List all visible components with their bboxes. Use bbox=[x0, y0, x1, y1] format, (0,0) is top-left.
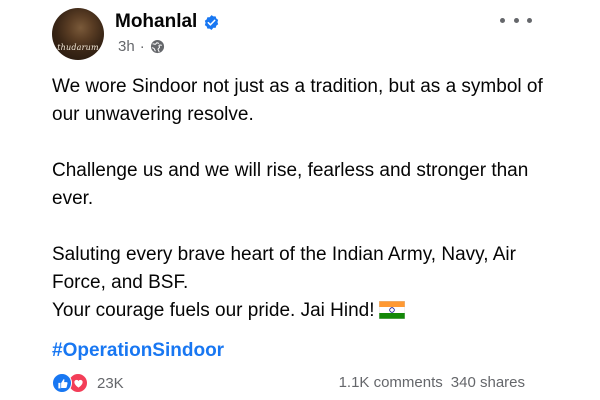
shares-count[interactable]: 340 shares bbox=[451, 374, 525, 391]
post-text: We wore Sindoor not just as a tradition,… bbox=[52, 73, 572, 328]
post-line-4-text: Your courage fuels our pride. Jai Hind! bbox=[52, 300, 375, 321]
facebook-post: thudarum Mohanlal 3h · We wore Sindoor n… bbox=[0, 0, 600, 400]
post-paragraph-3: Saluting every brave heart of the Indian… bbox=[52, 244, 516, 293]
post-paragraph-4: Your courage fuels our pride. Jai Hind! bbox=[52, 297, 572, 328]
avatar[interactable]: thudarum bbox=[52, 8, 104, 60]
more-options-icon-dot bbox=[527, 17, 532, 23]
like-reaction-icon bbox=[52, 373, 72, 393]
reactions-summary[interactable]: 23K bbox=[52, 372, 124, 394]
author-name[interactable]: Mohanlal bbox=[115, 11, 197, 33]
more-options-button[interactable] bbox=[500, 9, 532, 31]
globe-icon[interactable] bbox=[150, 39, 165, 54]
post-meta: 3h · bbox=[118, 38, 165, 55]
reaction-count[interactable]: 23K bbox=[97, 375, 124, 392]
engagement-counts: 1.1K comments 340 shares bbox=[339, 374, 525, 391]
reaction-icons bbox=[52, 372, 92, 394]
meta-separator: · bbox=[139, 38, 145, 55]
post-paragraph-1: We wore Sindoor not just as a tradition,… bbox=[52, 76, 543, 125]
more-options-icon-dot bbox=[513, 17, 519, 23]
more-options-icon bbox=[500, 17, 505, 23]
avatar-caption: thudarum bbox=[57, 43, 99, 52]
post-paragraph-2: Challenge us and we will rise, fearless … bbox=[52, 160, 529, 209]
post-time[interactable]: 3h bbox=[118, 38, 135, 55]
india-flag-icon bbox=[378, 300, 405, 328]
verified-badge-icon bbox=[203, 14, 220, 31]
author-row: Mohanlal bbox=[115, 11, 220, 33]
comments-count[interactable]: 1.1K comments bbox=[339, 374, 443, 391]
hashtag-link[interactable]: #OperationSindoor bbox=[52, 340, 224, 362]
